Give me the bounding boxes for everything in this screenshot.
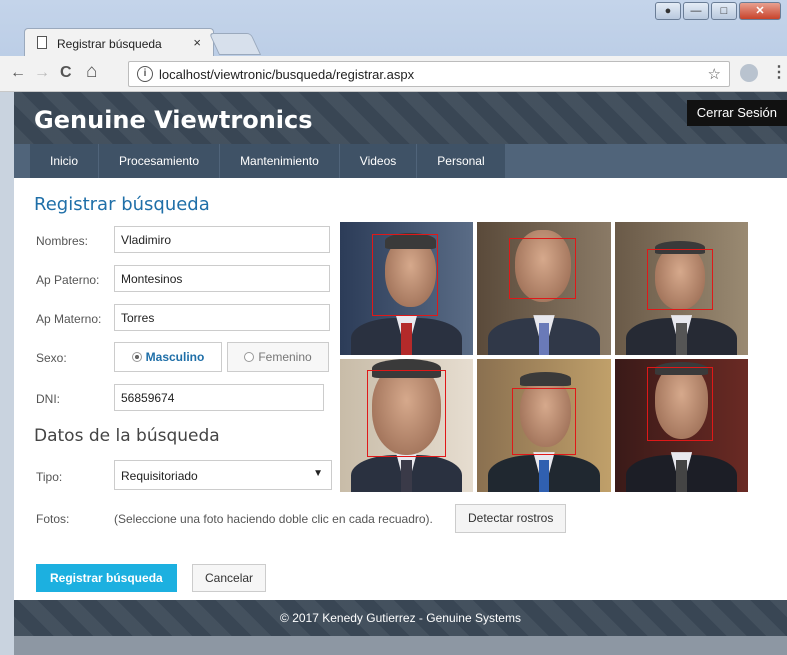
maximize-icon[interactable]: □ bbox=[711, 2, 737, 20]
site-footer: © 2017 Kenedy Gutierrez - Genuine System… bbox=[14, 600, 787, 636]
nav-item-procesamiento[interactable]: Procesamiento bbox=[99, 144, 221, 178]
home-icon[interactable]: ⌂ bbox=[86, 61, 97, 83]
materno-label: Ap Materno: bbox=[36, 312, 102, 326]
paterno-label: Ap Paterno: bbox=[36, 273, 100, 287]
window-border bbox=[0, 92, 14, 655]
paterno-input[interactable]: Montesinos bbox=[114, 265, 330, 292]
user-icon[interactable]: ● bbox=[655, 2, 681, 20]
bookmark-star-icon[interactable]: ☆ bbox=[708, 65, 721, 83]
browser-tab[interactable]: Registrar búsqueda × bbox=[24, 28, 214, 56]
femenino-label: Femenino bbox=[258, 350, 312, 364]
main-nav: Inicio Procesamiento Mantenimiento Video… bbox=[14, 144, 787, 178]
forward-icon[interactable]: → bbox=[34, 64, 50, 82]
photo-slot[interactable] bbox=[615, 222, 748, 355]
back-icon[interactable]: ← bbox=[10, 64, 26, 82]
fotos-label: Fotos: bbox=[36, 512, 70, 526]
new-tab-button[interactable] bbox=[208, 33, 262, 55]
extension-icon[interactable] bbox=[740, 64, 758, 82]
tab-title: Registrar búsqueda bbox=[57, 37, 162, 51]
info-icon[interactable]: i bbox=[137, 66, 153, 82]
footer-strip bbox=[14, 636, 787, 655]
browser-menu-icon[interactable]: ⋮ bbox=[771, 62, 787, 82]
photo-slot[interactable] bbox=[615, 359, 748, 492]
tipo-selected-value: Requisitoriado bbox=[121, 469, 198, 483]
tab-close-icon[interactable]: × bbox=[193, 35, 201, 50]
nombres-label: Nombres: bbox=[36, 234, 89, 248]
radio-dot-icon bbox=[131, 352, 142, 362]
dni-input[interactable]: 56859674 bbox=[114, 384, 324, 411]
site-header: Genuine Viewtronics Cerrar Sesión bbox=[14, 92, 787, 144]
photo-grid bbox=[340, 222, 750, 494]
address-bar[interactable]: i localhost/viewtronic/busqueda/registra… bbox=[128, 61, 730, 87]
sexo-femenino-radio[interactable]: Femenino bbox=[227, 342, 329, 372]
page-title: Registrar búsqueda bbox=[34, 194, 210, 215]
window-controls: ● — □ ✕ bbox=[655, 2, 781, 20]
chevron-down-icon: ▼ bbox=[313, 468, 323, 479]
face-box bbox=[366, 369, 447, 458]
section-title: Datos de la búsqueda bbox=[34, 426, 220, 446]
cancel-button[interactable]: Cancelar bbox=[192, 564, 267, 592]
brand-logo[interactable]: Genuine Viewtronics bbox=[34, 106, 313, 134]
logout-button[interactable]: Cerrar Sesión bbox=[686, 100, 787, 126]
page-icon bbox=[37, 36, 47, 49]
window-close-icon[interactable]: ✕ bbox=[739, 2, 781, 20]
face-box bbox=[371, 233, 439, 317]
nav-item-personal[interactable]: Personal bbox=[417, 144, 506, 178]
face-box bbox=[646, 248, 714, 310]
photo-slot[interactable] bbox=[340, 359, 473, 492]
masculino-label: Masculino bbox=[145, 350, 205, 364]
photo-slot[interactable] bbox=[477, 359, 611, 492]
sexo-label: Sexo: bbox=[36, 351, 67, 365]
browser-toolbar: ← → C ⌂ i localhost/viewtronic/busqueda/… bbox=[0, 56, 787, 92]
materno-input[interactable]: Torres bbox=[114, 304, 330, 331]
browser-chrome: Registrar búsqueda × ● — □ ✕ ← → C ⌂ i l… bbox=[0, 0, 787, 92]
url-text: localhost/viewtronic/busqueda/registrar.… bbox=[159, 67, 415, 82]
nav-item-videos[interactable]: Videos bbox=[340, 144, 418, 178]
photo-slot[interactable] bbox=[340, 222, 473, 355]
minimize-icon[interactable]: — bbox=[683, 2, 709, 20]
face-box bbox=[511, 388, 577, 455]
sexo-masculino-radio[interactable]: Masculino bbox=[114, 342, 222, 372]
reload-icon[interactable]: C bbox=[60, 64, 72, 82]
nav-item-mantenimiento[interactable]: Mantenimiento bbox=[220, 144, 340, 178]
nav-menu: Inicio Procesamiento Mantenimiento Video… bbox=[30, 144, 506, 178]
nombres-input[interactable]: Vladimiro bbox=[114, 226, 330, 253]
detect-faces-button[interactable]: Detectar rostros bbox=[455, 504, 567, 533]
register-search-button[interactable]: Registrar búsqueda bbox=[36, 564, 177, 592]
tipo-label: Tipo: bbox=[36, 470, 63, 484]
face-box bbox=[509, 237, 577, 300]
dni-label: DNI: bbox=[36, 392, 60, 406]
fotos-hint: (Seleccione una foto haciendo doble clic… bbox=[114, 512, 433, 526]
face-box bbox=[646, 366, 714, 442]
nav-item-inicio[interactable]: Inicio bbox=[30, 144, 100, 178]
photo-slot[interactable] bbox=[477, 222, 611, 355]
main-content: Registrar búsqueda Nombres: Vladimiro Ap… bbox=[14, 178, 787, 600]
tipo-select[interactable]: Requisitoriado ▼ bbox=[114, 460, 332, 490]
radio-dot-icon bbox=[244, 352, 255, 362]
